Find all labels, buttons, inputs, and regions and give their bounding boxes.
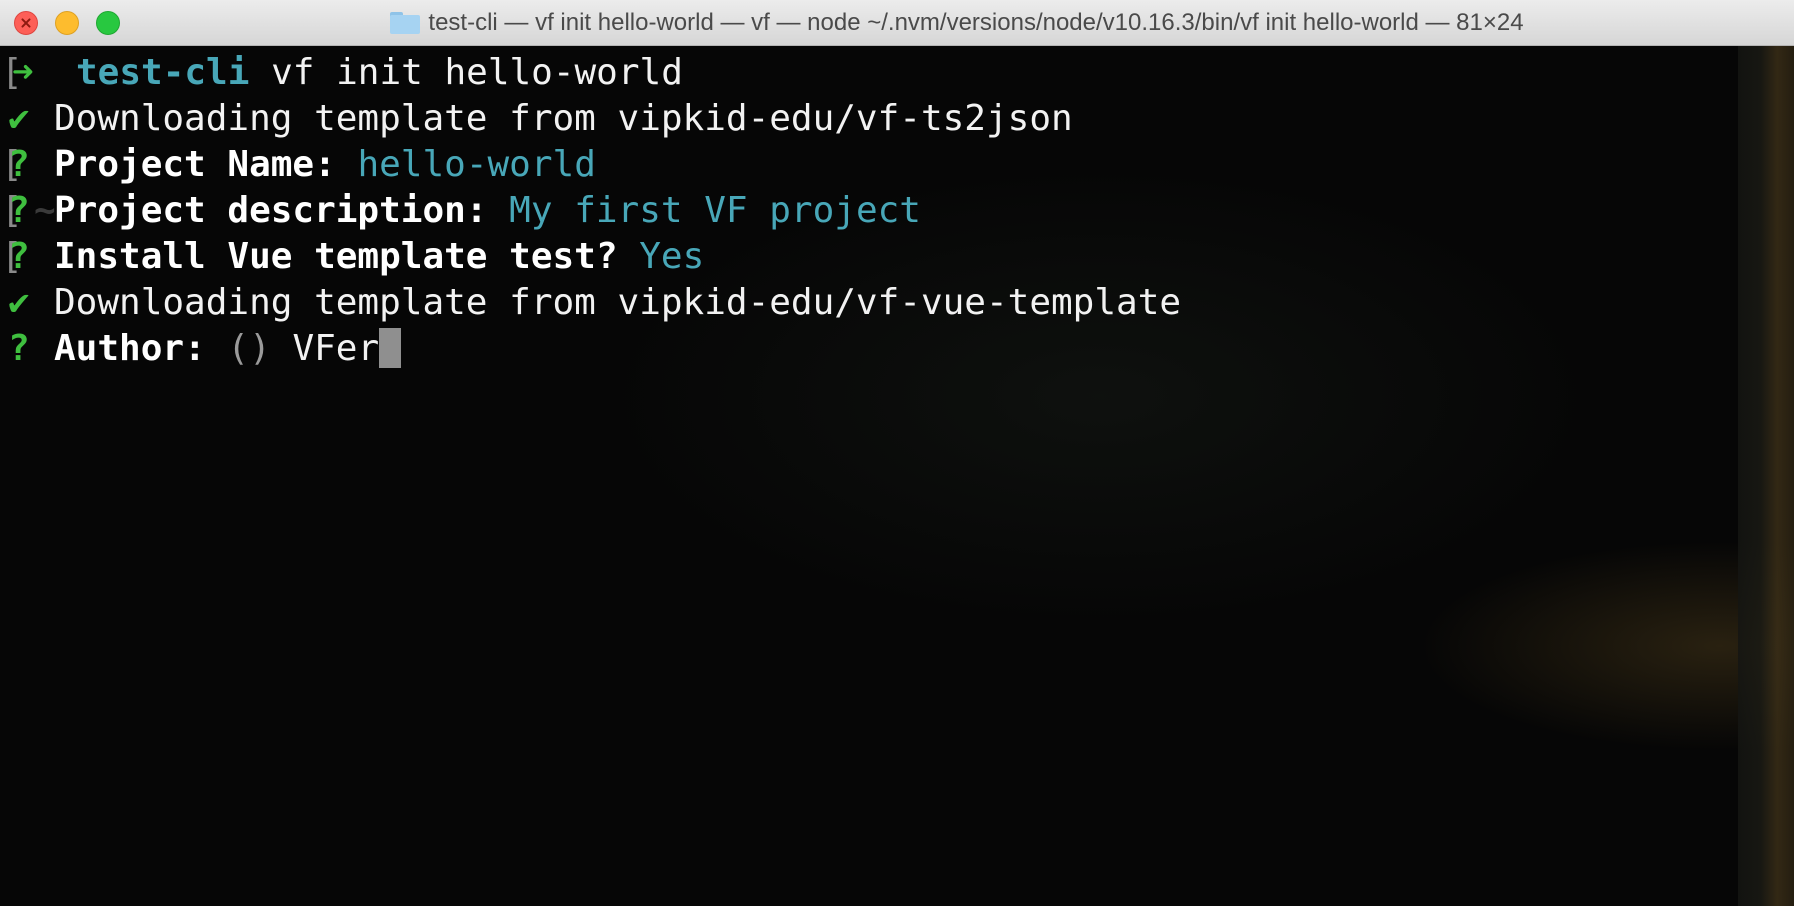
status-line: ✔ Downloading template from vipkid-edu/v… bbox=[0, 96, 1073, 142]
question-line-project-name: [ ? Project Name: hello-world bbox=[0, 142, 596, 188]
title-bar[interactable]: test-cli — vf init hello-world — vf — no… bbox=[0, 0, 1794, 46]
window-title: test-cli — vf init hello-world — vf — no… bbox=[428, 9, 1524, 36]
question-label: Install Vue template test? bbox=[54, 236, 618, 277]
default-hint: () bbox=[227, 328, 271, 369]
folder-icon bbox=[390, 12, 421, 34]
status-text: Downloading template from vipkid-edu/vf-… bbox=[54, 282, 1182, 323]
status-line: ✔ Downloading template from vipkid-edu/v… bbox=[0, 280, 1181, 326]
terminal-window: test-cli — vf init hello-world — vf — no… bbox=[0, 0, 1794, 906]
question-answer: Yes bbox=[639, 236, 705, 277]
author-input[interactable]: VFer bbox=[292, 328, 379, 369]
question-label: Project Name: bbox=[54, 144, 336, 185]
question-answer: My first VF project bbox=[509, 190, 921, 231]
prompt-command: vf init hello-world bbox=[271, 52, 683, 93]
status-text: Downloading template from vipkid-edu/vf-… bbox=[54, 98, 1073, 139]
terminal-lines: [ ➜ ~ test-cli vf init hello-world ✔ Dow… bbox=[0, 50, 1181, 372]
prompt-arrow-icon: ➜ bbox=[12, 52, 34, 93]
question-answer: hello-world bbox=[357, 144, 596, 185]
question-label: Author: bbox=[54, 328, 206, 369]
prompt-line: [ ➜ ~ test-cli vf init hello-world bbox=[0, 50, 683, 231]
checkmark-icon: ✔ bbox=[8, 98, 30, 139]
window-title-group: test-cli — vf init hello-world — vf — no… bbox=[0, 0, 1794, 46]
prompt-directory: test-cli bbox=[76, 52, 250, 93]
terminal-output[interactable]: [ ➜ ~ test-cli vf init hello-world ✔ Dow… bbox=[0, 46, 1794, 906]
question-line-author: ? Author: () VFer bbox=[0, 326, 402, 372]
question-mark-icon: ? bbox=[8, 328, 30, 369]
text-cursor bbox=[379, 328, 402, 368]
question-label: Project description: bbox=[54, 190, 488, 231]
checkmark-icon: ✔ bbox=[8, 282, 30, 323]
desktop-background-edge bbox=[1738, 46, 1794, 906]
question-mark-icon: ? bbox=[8, 236, 30, 277]
question-line-install-vue: [ ? Install Vue template test? Yes bbox=[0, 234, 704, 280]
question-mark-icon: ? bbox=[8, 144, 30, 185]
question-mark-icon: ? bbox=[8, 190, 30, 231]
question-line-project-description: [ ? Project description: My first VF pro… bbox=[0, 188, 921, 234]
